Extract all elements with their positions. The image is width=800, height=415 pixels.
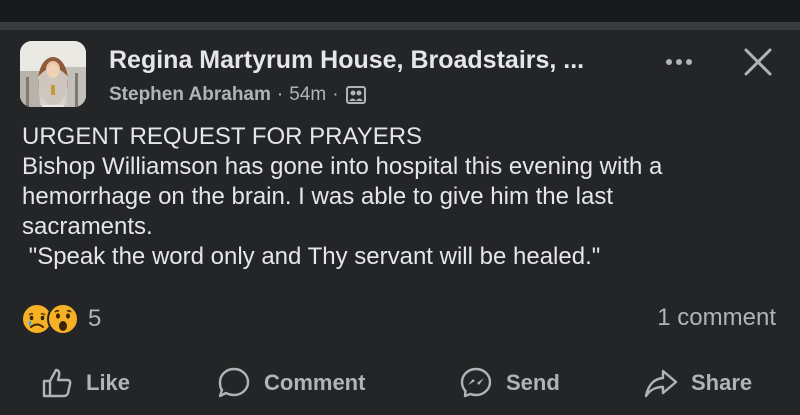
meta-separator-2: · [332,84,339,105]
reaction-summary[interactable]: 5 [20,302,101,336]
share-icon [643,365,679,401]
share-button[interactable]: Share [643,363,752,403]
audience-icon[interactable] [345,84,367,106]
author-name[interactable]: Stephen Abraham [109,84,271,106]
post-body-line: URGENT REQUEST FOR PRAYERS [22,123,423,150]
action-bar: Like Comment Send Share [0,363,800,403]
feed-divider [0,22,800,30]
post-body-line: hemorrhage on the brain. I was able to g… [22,183,613,210]
post-body-line: Bishop Williamson has gone into hospital… [22,153,663,180]
post-time[interactable]: 54m [289,84,326,106]
comment-count-link[interactable]: 1 comment [657,304,776,332]
share-label: Share [691,370,753,395]
comment-label: Comment [264,370,366,395]
more-options-icon[interactable] [660,50,700,74]
post-body-line: "Speak the word only and Thy servant wil… [22,243,601,270]
comment-icon [216,365,252,401]
post-body: URGENT REQUEST FOR PRAYERS Bishop Willia… [22,122,792,272]
send-button[interactable]: Send [458,363,560,403]
close-icon[interactable] [740,44,776,80]
like-button[interactable]: Like [40,363,130,403]
page-avatar[interactable] [20,41,86,107]
post-meta: Stephen Abraham · 54m · [109,82,367,108]
like-label: Like [86,370,131,395]
send-label: Send [506,370,560,395]
page-name-link[interactable]: Regina Martyrum House, Broadstairs, ... [109,46,639,75]
messenger-icon [458,365,494,401]
comment-button[interactable]: Comment [216,363,365,403]
top-bar [0,0,800,22]
like-icon [40,366,74,400]
post-body-line: sacraments. [22,213,153,240]
post-card: Regina Martyrum House, Broadstairs, ... … [0,30,800,415]
reaction-count: 5 [88,305,102,332]
wow-reaction-icon [46,302,80,336]
meta-separator: · [276,84,284,105]
